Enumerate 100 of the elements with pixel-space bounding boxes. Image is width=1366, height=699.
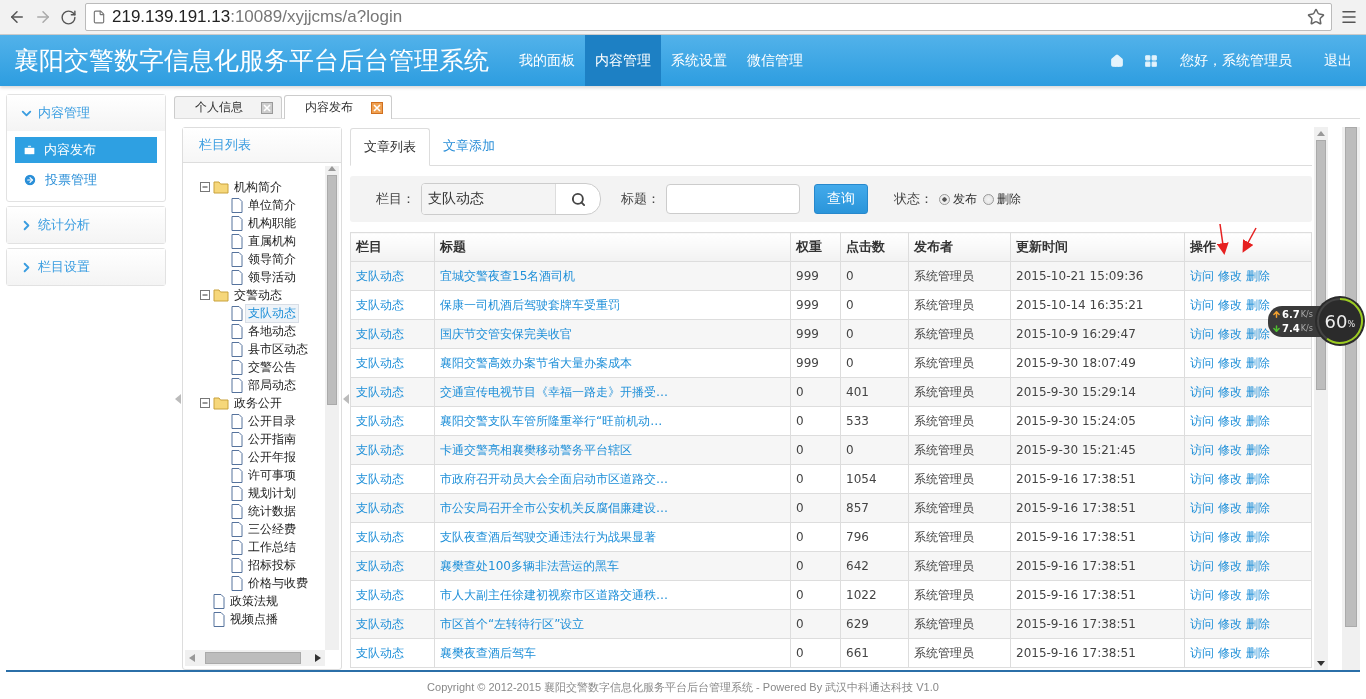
action-link[interactable]: 访问 bbox=[1190, 557, 1214, 575]
scroll-up-icon[interactable] bbox=[1317, 131, 1325, 136]
action-link[interactable]: 访问 bbox=[1190, 615, 1214, 633]
action-link[interactable]: 修改 bbox=[1218, 383, 1242, 401]
sidebar-item[interactable]: 内容发布 bbox=[15, 137, 157, 163]
sidebar-section[interactable]: 统计分析 bbox=[7, 207, 165, 243]
tree-item[interactable]: 公开年报 bbox=[245, 447, 299, 467]
sidebar-section[interactable]: 栏目设置 bbox=[7, 249, 165, 285]
scrollbar[interactable] bbox=[185, 650, 325, 666]
action-link[interactable]: 访问 bbox=[1190, 644, 1214, 662]
action-link[interactable]: 修改 bbox=[1218, 325, 1242, 343]
tree-item[interactable]: 统计数据 bbox=[245, 501, 299, 521]
action-link[interactable]: 访问 bbox=[1190, 412, 1214, 430]
nav-item[interactable]: 内容管理 bbox=[585, 35, 661, 86]
tree-item[interactable]: 部局动态 bbox=[245, 375, 299, 395]
action-link[interactable]: 修改 bbox=[1218, 615, 1242, 633]
tree-item[interactable]: 单位简介 bbox=[245, 195, 299, 215]
action-link[interactable]: 修改 bbox=[1218, 354, 1242, 372]
sidebar-item[interactable]: 投票管理 bbox=[15, 167, 157, 193]
scroll-up-icon[interactable] bbox=[328, 166, 336, 171]
action-link[interactable]: 访问 bbox=[1190, 267, 1214, 285]
forward-icon[interactable] bbox=[34, 8, 52, 26]
article-link[interactable]: 宜城交警夜查15名酒司机 bbox=[440, 268, 576, 283]
query-button[interactable]: 查询 bbox=[814, 184, 868, 214]
tree-item[interactable]: 政务公开 bbox=[231, 393, 285, 413]
article-link[interactable]: 国庆节交管安保完美收官 bbox=[440, 326, 572, 341]
action-link[interactable]: 修改 bbox=[1218, 586, 1242, 604]
scroll-right-icon[interactable] bbox=[315, 654, 321, 662]
tree-item[interactable]: 交警动态 bbox=[231, 285, 285, 305]
action-link[interactable]: 删除 bbox=[1246, 644, 1270, 662]
tab[interactable]: 个人信息 bbox=[174, 96, 282, 118]
tree-item[interactable]: 三公经费 bbox=[245, 519, 299, 539]
logout-link[interactable]: 退出 bbox=[1304, 35, 1366, 86]
collapse-handle-icon[interactable] bbox=[175, 393, 181, 404]
status-radio[interactable]: 发布 bbox=[939, 190, 977, 208]
action-link[interactable]: 访问 bbox=[1190, 325, 1214, 343]
action-link[interactable]: 修改 bbox=[1218, 470, 1242, 488]
tree-item[interactable]: 各地动态 bbox=[245, 321, 299, 341]
bookmark-star-icon[interactable] bbox=[1307, 8, 1325, 26]
title-input[interactable] bbox=[666, 184, 800, 214]
tab[interactable]: 文章添加 bbox=[430, 127, 508, 165]
action-link[interactable]: 访问 bbox=[1190, 499, 1214, 517]
sidebar-section[interactable]: 内容管理 bbox=[7, 95, 165, 131]
tree-item[interactable]: 交警公告 bbox=[245, 357, 299, 377]
tree-item[interactable]: 政策法规 bbox=[227, 591, 281, 611]
scroll-left-icon[interactable] bbox=[189, 654, 195, 662]
tree-item[interactable]: 许可事项 bbox=[245, 465, 299, 485]
action-link[interactable]: 修改 bbox=[1218, 296, 1242, 314]
status-radio[interactable]: 删除 bbox=[983, 190, 1021, 208]
scroll-down-icon[interactable] bbox=[1317, 661, 1325, 666]
action-link[interactable]: 访问 bbox=[1190, 441, 1214, 459]
action-link[interactable]: 删除 bbox=[1246, 296, 1270, 314]
nav-item[interactable]: 微信管理 bbox=[737, 35, 813, 86]
tree-item[interactable]: 机构简介 bbox=[231, 177, 285, 197]
tree-item[interactable]: 招标投标 bbox=[245, 555, 299, 575]
close-icon[interactable] bbox=[261, 101, 273, 114]
action-link[interactable]: 删除 bbox=[1246, 499, 1270, 517]
nav-item[interactable]: 系统设置 bbox=[661, 35, 737, 86]
tab[interactable]: 文章列表 bbox=[350, 128, 430, 166]
tree-item[interactable]: 公开指南 bbox=[245, 429, 299, 449]
action-link[interactable]: 修改 bbox=[1218, 557, 1242, 575]
action-link[interactable]: 删除 bbox=[1246, 615, 1270, 633]
tree-item[interactable]: 支队动态 bbox=[245, 303, 299, 323]
tree-item[interactable]: 价格与收费 bbox=[245, 573, 311, 593]
action-link[interactable]: 删除 bbox=[1246, 557, 1270, 575]
action-link[interactable]: 删除 bbox=[1246, 383, 1270, 401]
tree-item[interactable]: 领导简介 bbox=[245, 249, 299, 269]
action-link[interactable]: 删除 bbox=[1246, 441, 1270, 459]
tree-item[interactable]: 县市区动态 bbox=[245, 339, 311, 359]
scrollbar[interactable] bbox=[325, 166, 339, 650]
action-link[interactable]: 删除 bbox=[1246, 354, 1270, 372]
address-bar[interactable]: 219.139.191.13:10089/xyjjcms/a?login bbox=[85, 3, 1332, 31]
nav-item[interactable]: 我的面板 bbox=[509, 35, 585, 86]
action-link[interactable]: 删除 bbox=[1246, 267, 1270, 285]
tab[interactable]: 内容发布 bbox=[284, 95, 392, 119]
close-icon[interactable] bbox=[371, 101, 383, 114]
action-link[interactable]: 删除 bbox=[1246, 586, 1270, 604]
action-link[interactable]: 删除 bbox=[1246, 470, 1270, 488]
tree-item[interactable]: 规划计划 bbox=[245, 483, 299, 503]
action-link[interactable]: 修改 bbox=[1218, 267, 1242, 285]
action-link[interactable]: 删除 bbox=[1246, 325, 1270, 343]
tree-item[interactable]: 视频点播 bbox=[227, 609, 281, 629]
action-link[interactable]: 访问 bbox=[1190, 354, 1214, 372]
action-link[interactable]: 修改 bbox=[1218, 499, 1242, 517]
action-link[interactable]: 修改 bbox=[1218, 441, 1242, 459]
tree-item[interactable]: 工作总结 bbox=[245, 537, 299, 557]
action-link[interactable]: 修改 bbox=[1218, 644, 1242, 662]
tree-item[interactable]: 直属机构 bbox=[245, 231, 299, 251]
menu-icon[interactable] bbox=[1340, 8, 1358, 26]
action-link[interactable]: 删除 bbox=[1246, 412, 1270, 430]
action-link[interactable]: 删除 bbox=[1246, 528, 1270, 546]
reload-icon[interactable] bbox=[60, 8, 77, 26]
action-link[interactable]: 访问 bbox=[1190, 383, 1214, 401]
back-icon[interactable] bbox=[8, 8, 26, 26]
tree-item[interactable]: 领导活动 bbox=[245, 267, 299, 287]
column-select[interactable]: 支队动态 bbox=[421, 183, 601, 215]
action-link[interactable]: 访问 bbox=[1190, 470, 1214, 488]
action-link[interactable]: 修改 bbox=[1218, 528, 1242, 546]
action-link[interactable]: 修改 bbox=[1218, 412, 1242, 430]
tree-item[interactable]: 机构职能 bbox=[245, 213, 299, 233]
